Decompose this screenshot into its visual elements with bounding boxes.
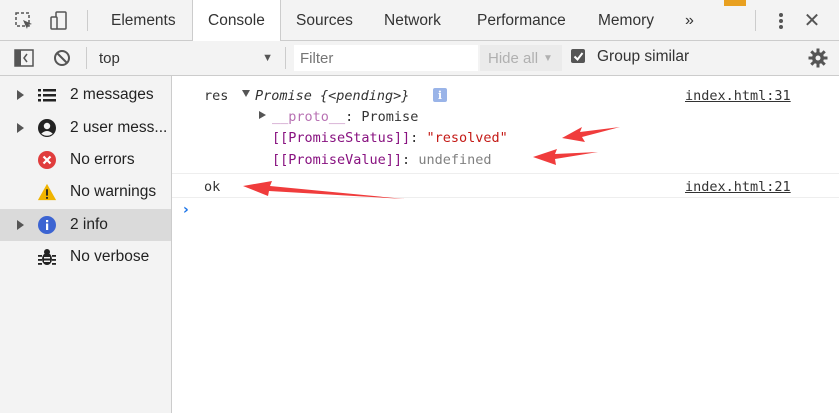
annotation-arrows	[243, 127, 620, 199]
annotation-arrow-ok	[243, 181, 405, 199]
annotation-arrow-value	[533, 149, 598, 165]
annotation-arrow-status	[562, 127, 620, 142]
